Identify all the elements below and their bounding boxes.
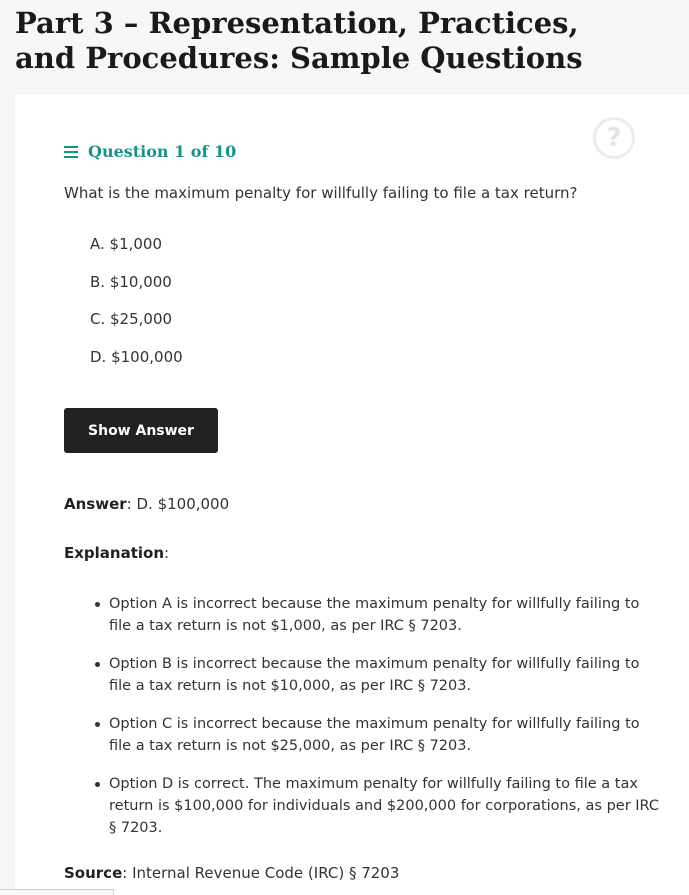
question-counter: Question 1 of 10 [88, 142, 237, 161]
explanation-item-b: Option B is incorrect because the maximu… [91, 653, 661, 697]
explanation-list: Option A is incorrect because the maximu… [91, 593, 661, 855]
option-a: A. $1,000 [90, 235, 163, 253]
help-icon[interactable]: ? [593, 117, 635, 159]
explanation-colon: : [164, 544, 170, 562]
answer-line: Answer: D. $100,000 [64, 495, 229, 513]
answer-label: Answer [64, 495, 127, 513]
bottom-tab[interactable] [0, 889, 114, 895]
source-value: : Internal Revenue Code (IRC) § 7203 [122, 864, 400, 882]
answer-value: : D. $100,000 [126, 495, 230, 513]
source-line: Source: Internal Revenue Code (IRC) § 72… [64, 864, 399, 882]
explanation-item-d: Option D is correct. The maximum penalty… [91, 773, 661, 839]
explanation-item-c: Option C is incorrect because the maximu… [91, 713, 661, 757]
explanation-item-a: Option A is incorrect because the maximu… [91, 593, 661, 637]
show-answer-button[interactable]: Show Answer [64, 408, 218, 453]
option-d: D. $100,000 [90, 347, 183, 366]
option-b: B. $10,000 [90, 272, 172, 291]
explanation-label: Explanation [64, 544, 165, 562]
option-c: C. $25,000 [90, 310, 173, 328]
source-label: Source [64, 864, 123, 882]
question-text: What is the maximum penalty for willfull… [64, 184, 578, 202]
explanation-heading: Explanation: [64, 544, 169, 562]
answer-options: A. $1,000 B. $10,000 C. $25,000 D. $100,… [90, 233, 183, 383]
question-header[interactable]: Question 1 of 10 [64, 142, 236, 161]
page-title: Part 3 – Representation, Practices, and … [15, 6, 583, 75]
menu-icon[interactable] [64, 145, 78, 158]
question-card: ? Question 1 of 10 What is the maximum p… [15, 95, 689, 895]
